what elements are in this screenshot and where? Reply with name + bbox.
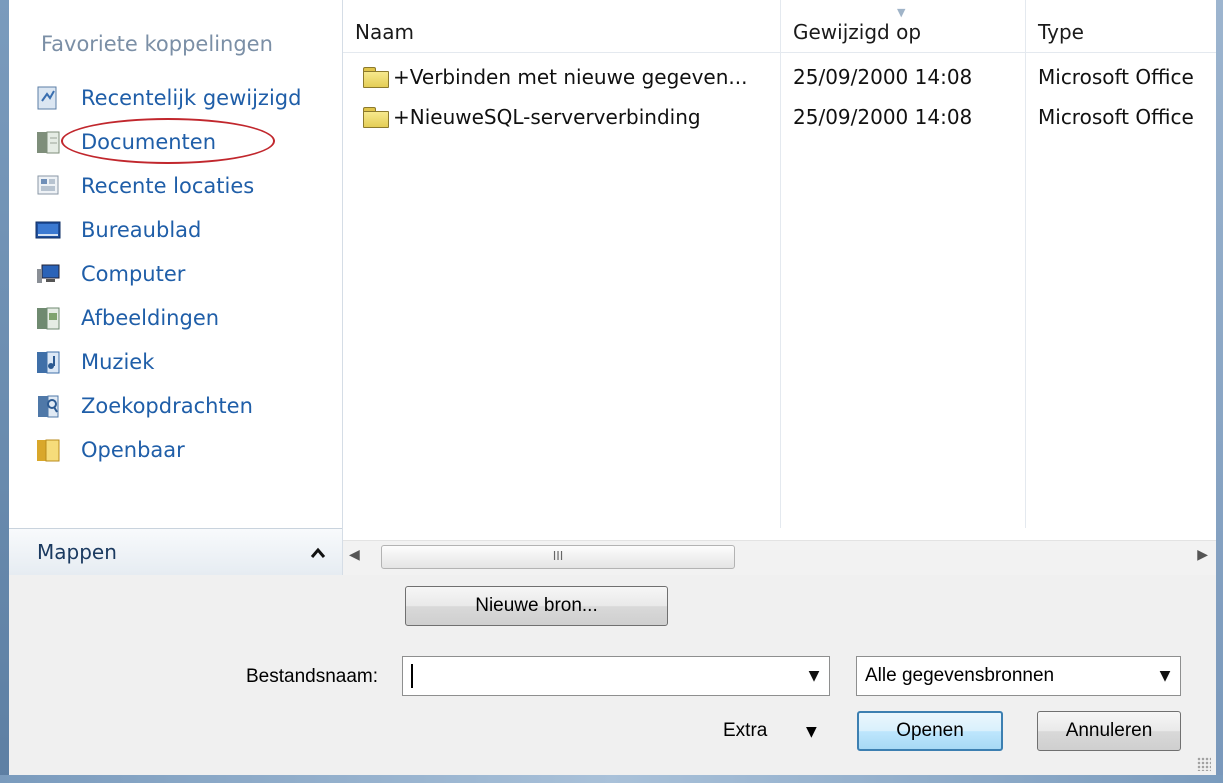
sidebar-item-recent-places[interactable]: Recente locaties xyxy=(35,168,335,204)
resize-grip-icon[interactable] xyxy=(1197,757,1211,771)
text-cursor xyxy=(411,664,413,688)
file-type-filter[interactable]: Alle gegevensbronnen ▼ xyxy=(856,656,1181,696)
navigation-pane: Favoriete koppelingen Recentelijk gewijz… xyxy=(9,0,343,575)
file-name: +NieuweSQL-serververbinding xyxy=(393,105,701,129)
filename-label: Bestandsnaam: xyxy=(246,666,379,687)
sidebar-item-desktop[interactable]: Bureaublad xyxy=(35,212,335,248)
file-type-value: Alle gegevensbronnen xyxy=(865,665,1055,686)
filename-input[interactable]: ▼ xyxy=(402,656,830,696)
extra-dropdown-icon[interactable]: ▼ xyxy=(806,724,817,740)
extra-menu[interactable]: Extra xyxy=(723,720,767,742)
sidebar-item-label: Recente locaties xyxy=(81,174,255,198)
column-header-modified[interactable]: Gewijzigd op ▼ xyxy=(781,6,1026,52)
file-name-cell: +Verbinden met nieuwe gegeven... xyxy=(363,60,777,94)
scroll-thumb[interactable]: III xyxy=(381,545,735,569)
scroll-left-icon[interactable]: ◀ xyxy=(349,547,360,563)
sidebar-item-label: Afbeeldingen xyxy=(81,306,220,330)
open-button[interactable]: Openen xyxy=(857,711,1003,751)
recent-changes-icon xyxy=(35,85,61,111)
cancel-button[interactable]: Annuleren xyxy=(1037,711,1181,751)
column-header-label: Naam xyxy=(355,20,414,44)
sidebar-item-label: Zoekopdrachten xyxy=(81,394,253,418)
dropdown-arrow-icon[interactable]: ▼ xyxy=(799,668,829,684)
new-source-button[interactable]: Nieuwe bron... xyxy=(405,586,668,626)
type-cell: Microsoft Office xyxy=(1038,105,1194,129)
file-name: +Verbinden met nieuwe gegeven... xyxy=(393,65,748,89)
computer-icon xyxy=(35,261,61,287)
scroll-right-icon[interactable]: ▶ xyxy=(1197,547,1208,563)
modified-cell: 25/09/2000 14:08 xyxy=(793,65,973,89)
public-folder-icon xyxy=(35,437,61,463)
file-list: Naam Gewijzigd op ▼ Type +Verbinden met … xyxy=(343,0,1216,575)
pictures-icon xyxy=(35,305,61,331)
sidebar-item-public[interactable]: Openbaar xyxy=(35,432,335,468)
window-border-left xyxy=(0,0,9,783)
column-header-name[interactable]: Naam xyxy=(343,12,781,52)
sidebar-item-label: Computer xyxy=(81,262,186,286)
sidebar-item-recent-changes[interactable]: Recentelijk gewijzigd xyxy=(35,80,335,116)
dropdown-arrow-icon[interactable]: ▼ xyxy=(1150,668,1180,684)
chevron-up-icon xyxy=(310,540,326,564)
desktop-icon xyxy=(35,217,61,243)
folders-toggle[interactable]: Mappen xyxy=(9,528,342,575)
column-header-type[interactable]: Type xyxy=(1026,12,1216,52)
file-open-dialog: Favoriete koppelingen Recentelijk gewijz… xyxy=(0,0,1223,783)
folder-icon xyxy=(363,67,389,88)
sidebar-item-searches[interactable]: Zoekopdrachten xyxy=(35,388,335,424)
sidebar-item-label: Recentelijk gewijzigd xyxy=(81,86,302,110)
type-cell: Microsoft Office xyxy=(1038,65,1194,89)
highlight-annotation xyxy=(61,118,275,164)
modified-cell: 25/09/2000 14:08 xyxy=(793,105,973,129)
sort-arrow-icon: ▼ xyxy=(897,6,906,19)
folders-label: Mappen xyxy=(37,540,117,564)
header-divider xyxy=(343,52,1216,53)
documents-icon xyxy=(35,129,61,155)
table-row[interactable]: +Verbinden met nieuwe gegeven... 25/09/2… xyxy=(343,60,1216,94)
searches-icon xyxy=(35,393,61,419)
sidebar-item-label: Bureaublad xyxy=(81,218,202,242)
folder-icon xyxy=(363,107,389,128)
sidebar-item-label: Muziek xyxy=(81,350,155,374)
music-icon xyxy=(35,349,61,375)
sidebar-item-music[interactable]: Muziek xyxy=(35,344,335,380)
sidebar-item-computer[interactable]: Computer xyxy=(35,256,335,292)
column-header-label: Gewijzigd op xyxy=(793,20,922,44)
horizontal-scrollbar[interactable]: ◀ III ▶ xyxy=(343,540,1216,575)
recent-places-icon xyxy=(35,173,61,199)
table-row[interactable]: +NieuweSQL-serververbinding 25/09/2000 1… xyxy=(343,100,1216,134)
sidebar-item-label: Openbaar xyxy=(81,438,185,462)
window-border-right xyxy=(1216,0,1223,783)
sidebar-item-pictures[interactable]: Afbeeldingen xyxy=(35,300,335,336)
window-border-bottom xyxy=(0,775,1223,783)
file-name-cell: +NieuweSQL-serververbinding xyxy=(363,100,777,134)
column-header-label: Type xyxy=(1038,20,1084,44)
favorite-links-heading: Favoriete koppelingen xyxy=(41,32,273,56)
